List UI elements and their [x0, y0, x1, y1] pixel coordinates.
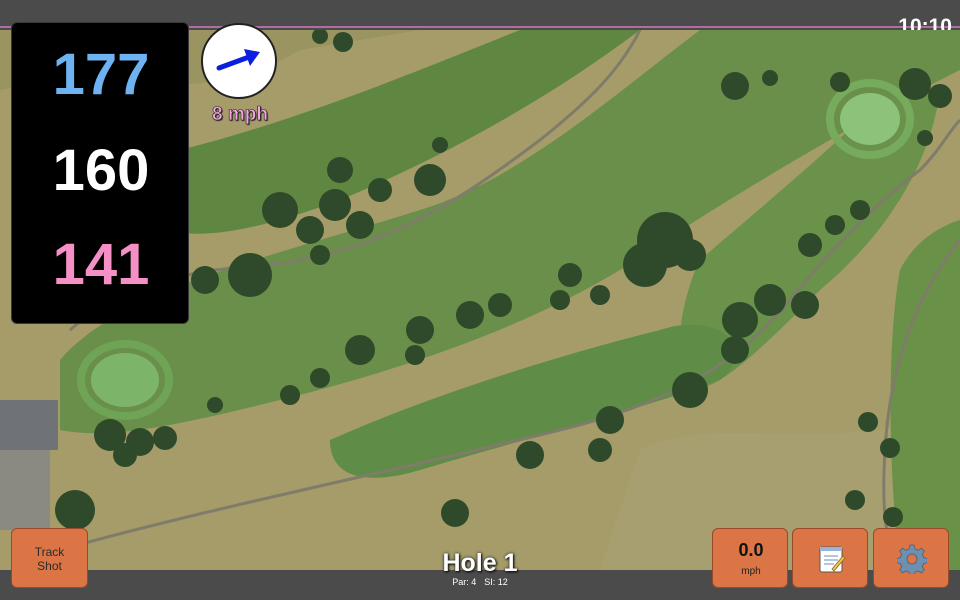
- yardage-panel: 177 160 141: [11, 22, 189, 324]
- track-shot-button[interactable]: Track Shot: [11, 528, 88, 588]
- track-shot-label-line1: Track: [34, 545, 65, 559]
- speed-unit: mph: [741, 566, 761, 577]
- middle-yardage: 160: [52, 138, 150, 203]
- front-yardage: 141: [52, 232, 150, 297]
- hole-stroke-index: SI: 12: [484, 577, 508, 587]
- golf-gps-screen: 10:10 177 160 141 8 mph Track Shot Hole …: [0, 0, 960, 600]
- wind-arrow-icon: [216, 49, 260, 71]
- speed-button[interactable]: 0.0 mph: [712, 528, 788, 588]
- wind-direction-dial: [201, 23, 277, 99]
- hole-meta: Par: 4 SI: 12: [380, 577, 580, 587]
- back-yardage: 177: [52, 42, 150, 107]
- notepad-icon: [819, 546, 846, 573]
- settings-button[interactable]: [873, 528, 949, 588]
- hole-title: Hole 1: [442, 549, 518, 577]
- notes-button[interactable]: [792, 528, 868, 588]
- wind-speed: 8 mph: [212, 104, 269, 126]
- speed-value: 0.0: [738, 540, 764, 560]
- track-shot-label-line2: Shot: [37, 559, 62, 573]
- hole-par: Par: 4: [452, 577, 477, 587]
- gear-icon: [897, 544, 927, 574]
